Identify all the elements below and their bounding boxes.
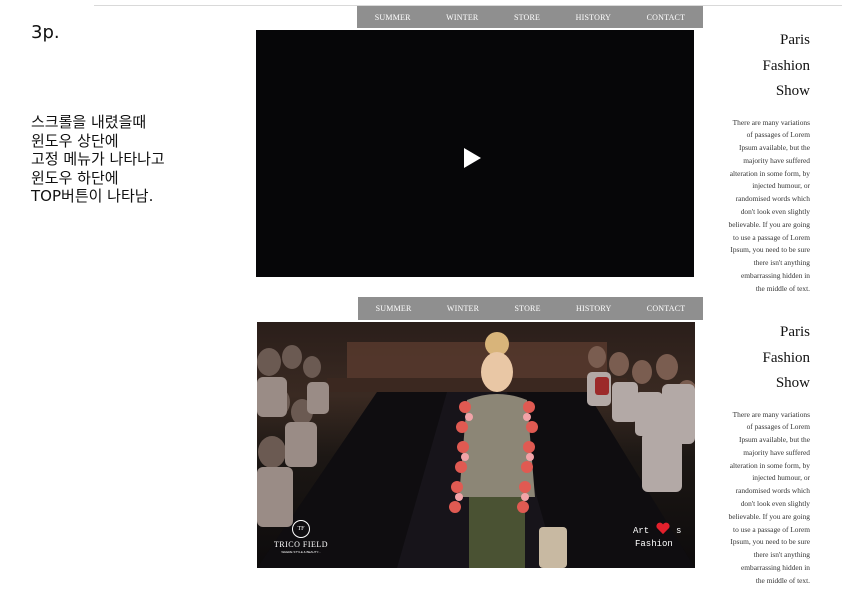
brand-tagline: WHERE STYLE & BEAUTY...: [281, 550, 321, 554]
body-line: to use a passage of Lorem: [733, 232, 810, 242]
badge-line2: Fashion: [635, 539, 673, 549]
side-body-text: There are many variations of passages of…: [700, 117, 810, 296]
body-line: there isn't anything: [753, 550, 810, 560]
body-line: Ipsum available, but the: [738, 143, 810, 153]
side-title-line: Show: [775, 375, 810, 391]
side-title-line: Paris: [780, 324, 810, 340]
body-line: Ipsum available, but the: [738, 435, 810, 445]
body-line: the middle of text.: [755, 283, 810, 293]
nav-item-contact[interactable]: CONTACT: [647, 304, 686, 313]
body-line: don't look even slightly: [740, 207, 810, 217]
body-line: There are many variations: [732, 409, 810, 419]
video-player[interactable]: [256, 30, 694, 277]
nav-item-summer[interactable]: SUMMER: [375, 13, 411, 22]
body-line: embarrassing hidden in: [741, 563, 810, 573]
body-line: randomised words which: [735, 194, 810, 204]
side-panel: Paris Fashion Show There are many variat…: [700, 320, 810, 588]
video-frame-runway[interactable]: TF TRICO FIELD WHERE STYLE & BEAUTY... A…: [257, 322, 695, 568]
body-line: embarrassing hidden in: [741, 271, 810, 281]
nav-item-contact[interactable]: CONTACT: [647, 13, 686, 22]
fixed-nav-menu: SUMMER WINTER STORE HISTORY CONTACT: [358, 297, 703, 320]
body-line: Ipsum, you need to be sure: [730, 537, 810, 547]
body-line: there isn't anything: [753, 258, 810, 268]
nav-item-history[interactable]: HISTORY: [576, 13, 611, 22]
description-note: 스크롤을 내렸을때 윈도우 상단에 고정 메뉴가 나타나고 윈도우 하단에 TO…: [31, 113, 241, 206]
body-line: believable. If you are going: [728, 511, 810, 521]
body-line: to use a passage of Lorem: [733, 524, 810, 534]
description-line: 윈도우 상단에: [31, 131, 119, 150]
side-title-line: Show: [775, 83, 810, 99]
play-icon[interactable]: [464, 148, 481, 168]
body-line: injected humour, or: [752, 473, 810, 483]
nav-item-summer[interactable]: SUMMER: [376, 304, 412, 313]
nav-item-winter[interactable]: WINTER: [447, 304, 479, 313]
top-nav-menu: SUMMER WINTER STORE HISTORY CONTACT: [357, 6, 703, 28]
trico-field-logo: TF TRICO FIELD WHERE STYLE & BEAUTY...: [271, 520, 331, 554]
side-title-line: Fashion: [762, 57, 810, 74]
side-title: Paris Fashion Show: [700, 28, 810, 105]
body-line: majority have suffered: [743, 155, 810, 165]
side-body-text: There are many variations of passages of…: [700, 409, 810, 588]
description-line: 스크롤을 내렸을때: [31, 113, 147, 131]
page-label: 3p.: [31, 22, 60, 43]
body-line: alteration in some form, by: [729, 460, 810, 470]
body-line: Ipsum, you need to be sure: [730, 245, 810, 255]
badge-suffix: s: [676, 526, 682, 536]
body-line: don't look even slightly: [740, 499, 810, 509]
body-line: of passages of Lorem: [746, 130, 810, 140]
body-line: randomised words which: [735, 486, 810, 496]
body-line: of passages of Lorem: [746, 422, 810, 432]
description-line: 윈도우 하단에: [31, 168, 119, 187]
body-line: believable. If you are going: [728, 219, 810, 229]
side-title-line: Paris: [780, 32, 810, 48]
body-line: There are many variations: [732, 117, 810, 127]
body-line: majority have suffered: [743, 447, 810, 457]
nav-item-store[interactable]: STORE: [514, 304, 540, 313]
heart-icon: [656, 522, 670, 535]
body-line: the middle of text.: [755, 575, 810, 585]
side-title: Paris Fashion Show: [700, 320, 810, 397]
side-panel: Paris Fashion Show There are many variat…: [700, 28, 810, 296]
nav-item-history[interactable]: HISTORY: [576, 304, 611, 313]
arts-fashion-badge: Art s Fashion: [633, 522, 681, 551]
brand-name: TRICO FIELD: [273, 540, 329, 549]
nav-item-winter[interactable]: WINTER: [446, 13, 478, 22]
side-title-line: Fashion: [762, 349, 810, 366]
body-line: injected humour, or: [752, 181, 810, 191]
description-line: TOP버튼이 나타남.: [31, 187, 154, 205]
body-line: alteration in some form, by: [729, 168, 810, 178]
description-line: 고정 메뉴가 나타나고: [31, 150, 165, 168]
badge-line1: Art: [633, 526, 650, 536]
nav-item-store[interactable]: STORE: [514, 13, 540, 22]
